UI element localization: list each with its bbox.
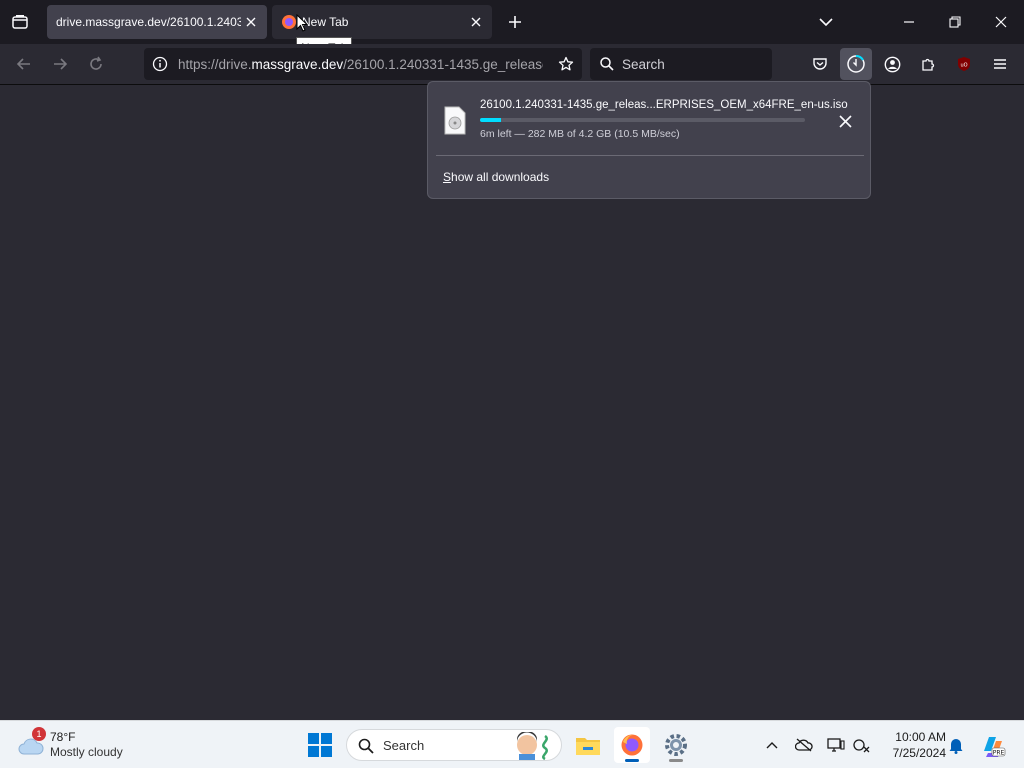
accesskey-letter: S: [443, 170, 452, 184]
search-bar[interactable]: Search: [590, 48, 772, 80]
cloud-off-icon: [795, 738, 813, 752]
account-button[interactable]: [880, 52, 904, 76]
taskbar: 1 78°F Mostly cloudy Search 10:00 AM 7/2…: [0, 720, 1024, 768]
settings-taskbar-button[interactable]: [658, 727, 694, 763]
clock[interactable]: 10:00 AM 7/25/2024: [880, 729, 946, 761]
network-tray-button[interactable]: [852, 735, 872, 755]
downloads-button[interactable]: [840, 48, 872, 80]
url-path: /26100.1.240331-1435.ge_release: [343, 57, 543, 72]
divider: [436, 155, 864, 156]
back-arrow-icon: [16, 58, 30, 70]
copilot-icon[interactable]: PRE: [980, 733, 1006, 759]
plus-icon: [509, 16, 521, 28]
pocket-icon: [813, 58, 827, 70]
firefox-icon: [621, 734, 643, 756]
close-tab-icon[interactable]: [468, 14, 484, 30]
file-explorer-button[interactable]: [570, 727, 606, 763]
reload-icon: [90, 56, 102, 70]
svg-text:uO: uO: [960, 63, 967, 69]
windows-start-icon[interactable]: [306, 731, 334, 759]
show-all-downloads-button[interactable]: Show all downloads: [443, 170, 549, 184]
monitor-icon: [827, 738, 845, 752]
firefox-view-button[interactable]: [6, 8, 34, 36]
firefox-icon: [281, 14, 297, 30]
onedrive-tray-button[interactable]: [794, 735, 814, 755]
gear-icon: [665, 734, 687, 756]
ublock-icon: uO: [958, 57, 970, 71]
tab-massgrave[interactable]: drive.massgrave.dev/26100.1.240331-1435.…: [47, 5, 267, 39]
chevron-down-icon: [819, 18, 833, 27]
url-bar[interactable]: https://drive.massgrave.dev/26100.1.2403…: [144, 48, 582, 80]
search-placeholder: Search: [622, 57, 665, 72]
mouse-cursor-icon: [296, 14, 308, 32]
extensions-button[interactable]: [916, 52, 940, 76]
account-icon: [884, 56, 900, 72]
hamburger-menu-icon: [994, 59, 1006, 69]
downloads-panel: 26100.1.240331-1435.ge_releas...ERPRISES…: [427, 81, 871, 199]
notifications-button[interactable]: [946, 735, 966, 755]
forward-button[interactable]: [48, 52, 72, 76]
close-window-button[interactable]: [987, 8, 1015, 36]
url-host: massgrave.dev: [251, 57, 344, 72]
downloads-icon: [847, 54, 865, 73]
folder-icon: [576, 738, 600, 755]
minimize-button[interactable]: [895, 8, 923, 36]
back-button[interactable]: [12, 52, 36, 76]
cancel-download-button[interactable]: [834, 110, 856, 132]
download-progress-bar: [480, 118, 805, 122]
clock-date: 7/25/2024: [892, 746, 946, 760]
list-all-tabs-button[interactable]: [814, 10, 838, 34]
star-icon[interactable]: [558, 56, 574, 72]
network-icon: [853, 739, 870, 753]
tab-list-icon: [12, 15, 28, 29]
weather-condition: Mostly cloudy: [50, 745, 123, 759]
ublock-button[interactable]: uO: [952, 52, 976, 76]
running-app-indicator: [669, 759, 683, 762]
tab-strip: drive.massgrave.dev/26100.1.240331-1435.…: [0, 0, 1024, 57]
tab-title: New Tab: [302, 15, 349, 29]
close-icon: [995, 16, 1007, 28]
app-menu-button[interactable]: [988, 52, 1012, 76]
restore-icon: [949, 16, 961, 28]
download-file-name[interactable]: 26100.1.240331-1435.ge_releas...ERPRISES…: [480, 99, 848, 111]
minimize-icon: [904, 21, 914, 23]
chevron-up-icon: [766, 742, 778, 749]
download-progress-fill: [480, 118, 502, 122]
download-status: 6m left — 282 MB of 4.2 GB (10.5 MB/sec): [480, 128, 680, 140]
pocket-button[interactable]: [808, 52, 832, 76]
close-tab-icon[interactable]: [243, 14, 259, 30]
close-icon: [838, 114, 852, 128]
nav-toolbar: https://drive.massgrave.dev/26100.1.2403…: [0, 44, 1024, 85]
search-icon: [600, 57, 614, 71]
bell-icon: [949, 739, 963, 754]
url-text[interactable]: https://drive.massgrave.dev/26100.1.2403…: [178, 57, 543, 72]
search-icon: [358, 738, 374, 754]
weather-widget[interactable]: 1 78°F Mostly cloudy: [14, 727, 144, 763]
restore-button[interactable]: [941, 8, 969, 36]
taskbar-search[interactable]: Search: [346, 729, 562, 761]
active-app-indicator: [625, 759, 639, 762]
extensions-icon: [922, 58, 935, 71]
search-highlight-icon: [516, 732, 548, 760]
display-tray-button[interactable]: [826, 735, 846, 755]
show-all-label: how all downloads: [451, 170, 550, 184]
taskbar-search-label: Search: [383, 738, 425, 753]
url-prefix: https://drive.: [178, 57, 252, 72]
firefox-taskbar-button[interactable]: [614, 727, 650, 763]
weather-temp: 78°F: [50, 730, 76, 744]
iso-file-icon: [444, 106, 466, 135]
show-hidden-icons-button[interactable]: [762, 735, 782, 755]
svg-text:PRE: PRE: [993, 750, 1005, 757]
info-icon[interactable]: [152, 56, 168, 72]
new-tab-button[interactable]: [503, 10, 527, 34]
notification-badge: 1: [32, 727, 46, 741]
clock-time: 10:00 AM: [895, 730, 946, 744]
tab-title: drive.massgrave.dev/26100.1.240331-1435.…: [56, 15, 241, 29]
forward-arrow-icon: [54, 58, 68, 70]
reload-button[interactable]: [84, 52, 108, 76]
